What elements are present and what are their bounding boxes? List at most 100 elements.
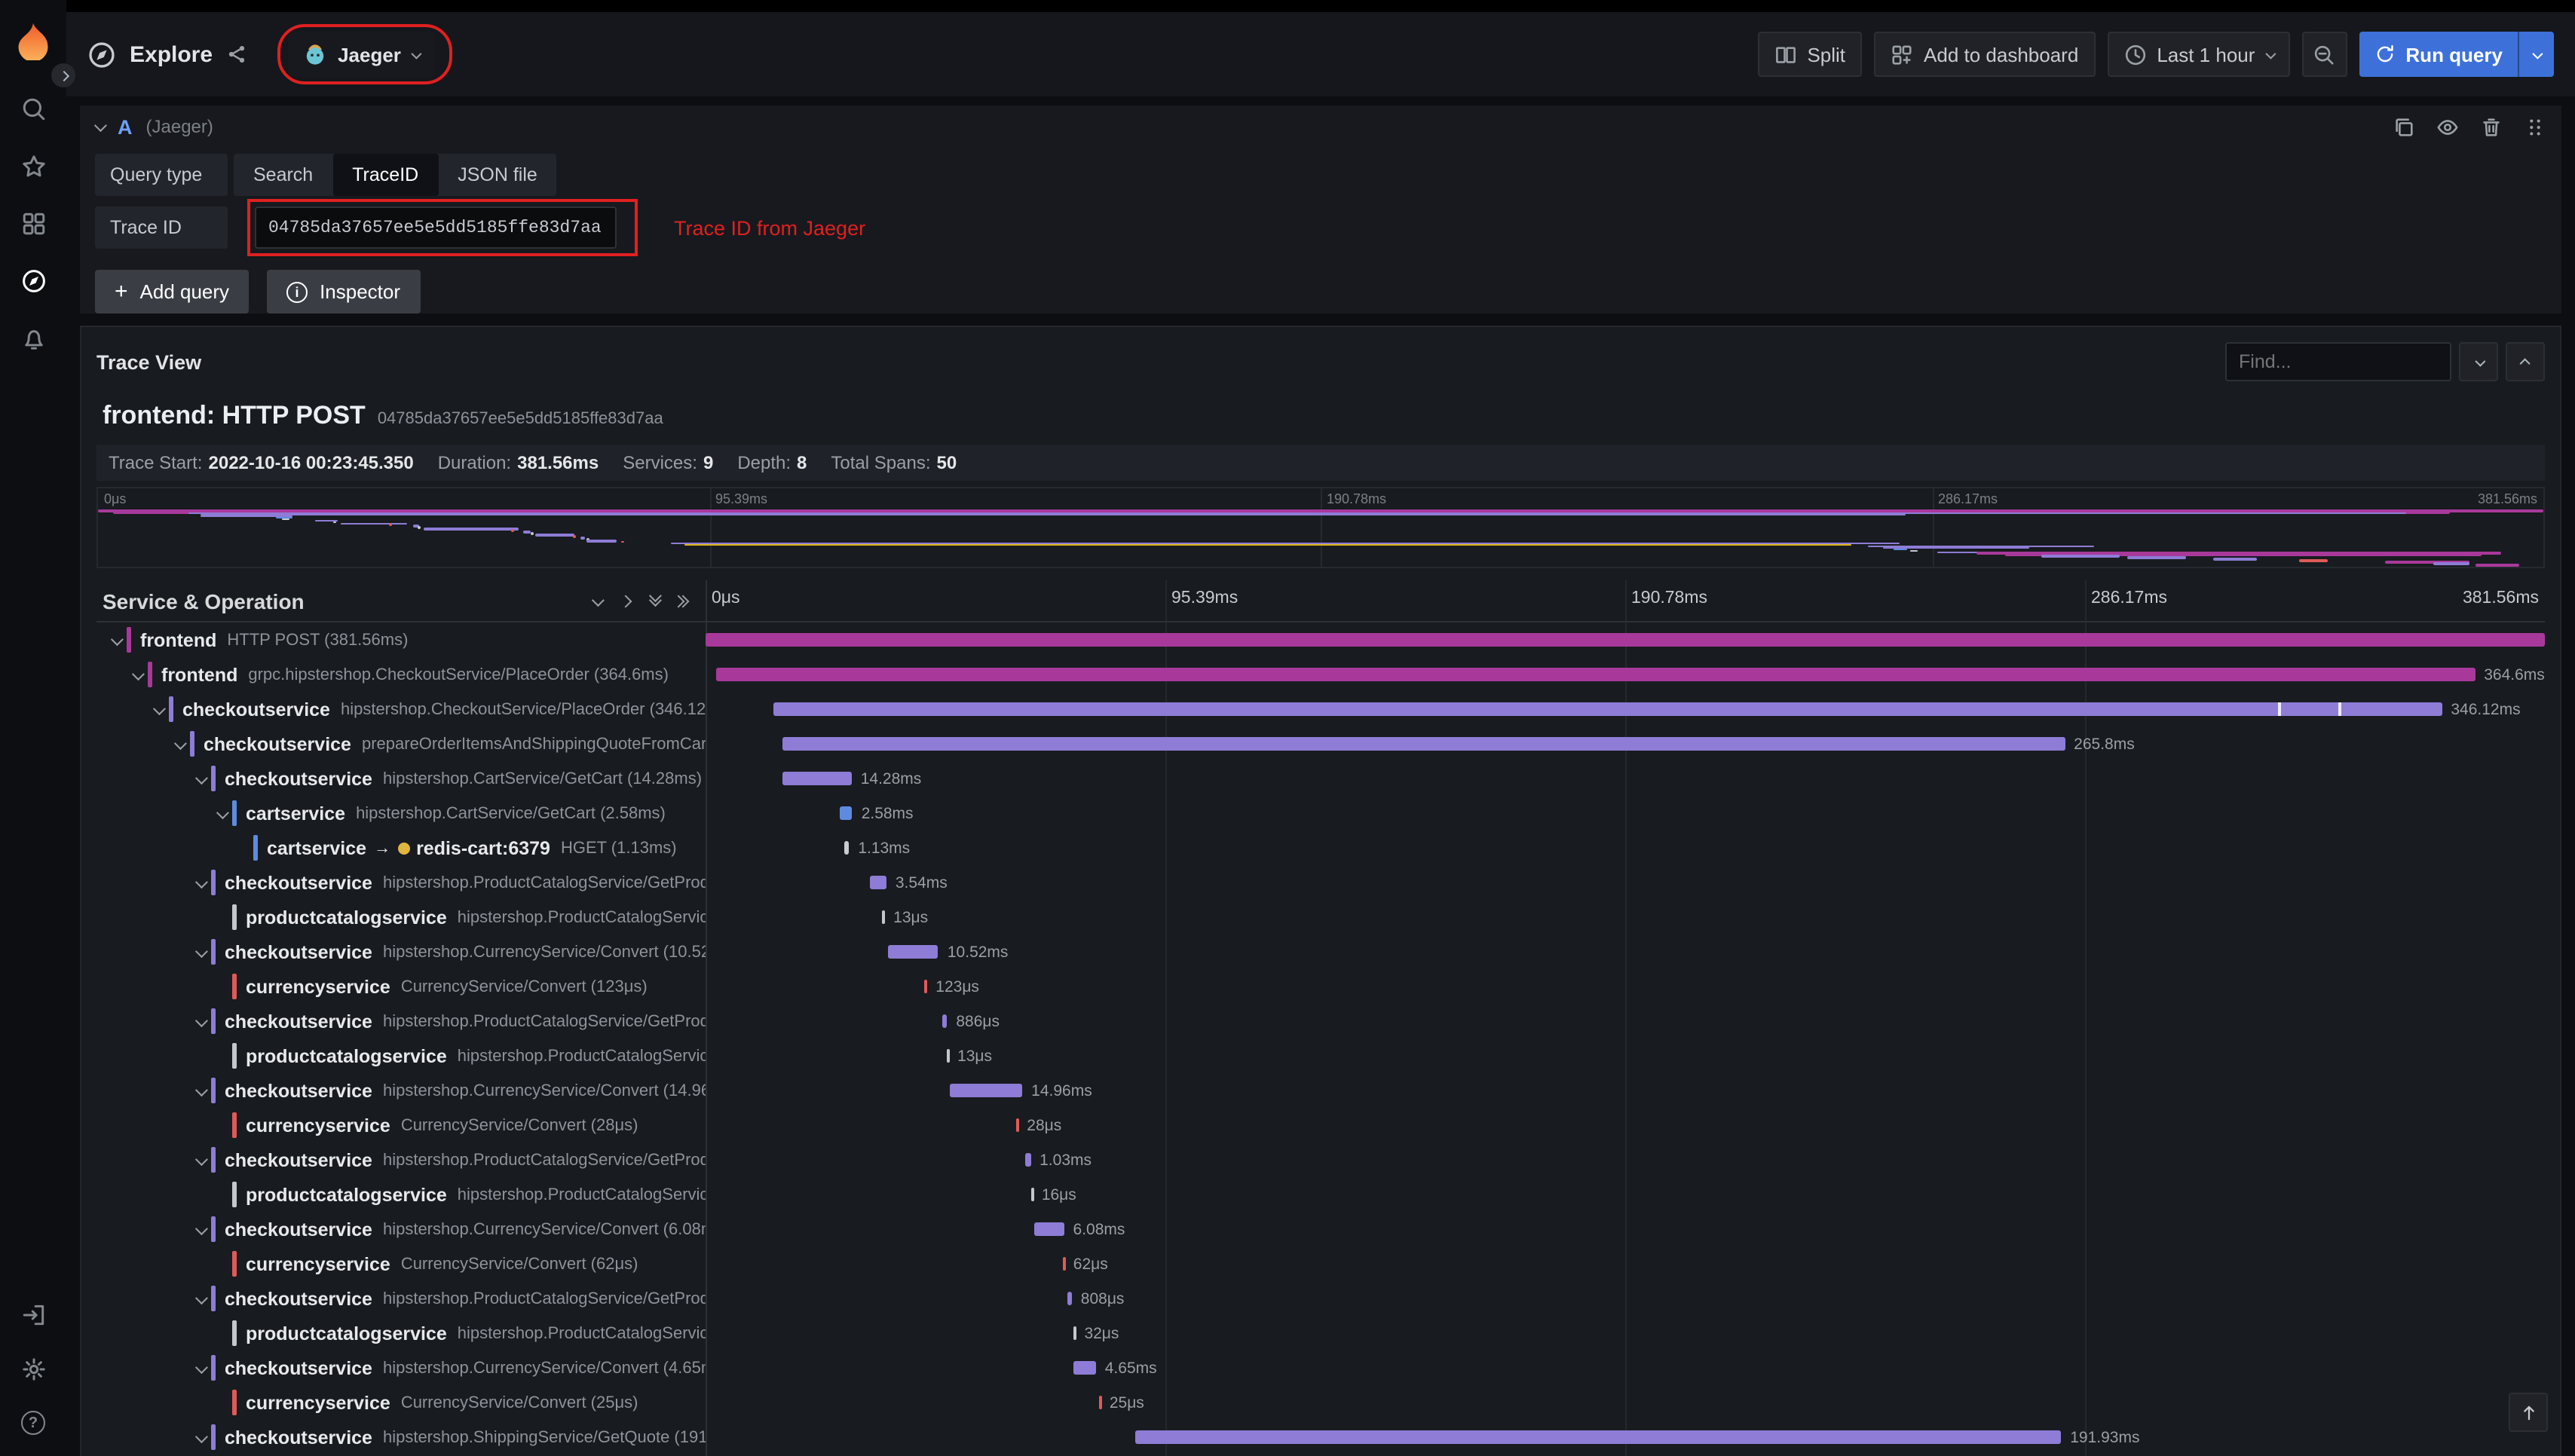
- find-prev-button[interactable]: [2506, 342, 2545, 381]
- span-bar[interactable]: [1030, 1188, 1034, 1201]
- span-bar[interactable]: [882, 910, 886, 924]
- span-row[interactable]: productcatalogservice hipstershop.Product…: [96, 1038, 2545, 1073]
- span-row[interactable]: checkoutservice hipstershop.ProductCatalo…: [96, 1004, 2545, 1038]
- span-bar[interactable]: [1016, 1118, 1020, 1132]
- add-query-button[interactable]: + Add query: [95, 270, 250, 314]
- expand-chevron[interactable]: [190, 1222, 211, 1235]
- expand-chevron[interactable]: [190, 1083, 211, 1097]
- expand-chevron[interactable]: [190, 771, 211, 785]
- delete-query-trash-icon[interactable]: [2480, 115, 2503, 138]
- add-to-dashboard-button[interactable]: Add to dashboard: [1874, 32, 2096, 77]
- expand-chevron[interactable]: [190, 1291, 211, 1305]
- span-row[interactable]: checkoutservice hipstershop.ProductCatalo…: [96, 865, 2545, 900]
- expand-all-button[interactable]: [672, 594, 690, 607]
- query-type-jsonfile[interactable]: JSON file: [438, 154, 557, 196]
- expand-one-button[interactable]: [619, 594, 632, 607]
- expand-chevron[interactable]: [148, 702, 169, 715]
- drag-handle-grip-icon[interactable]: [2524, 115, 2546, 138]
- span-row[interactable]: checkoutservice hipstershop.CurrencyServi…: [96, 1350, 2545, 1385]
- expand-chevron[interactable]: [190, 1014, 211, 1027]
- expand-chevron[interactable]: [190, 1430, 211, 1443]
- span-bar[interactable]: [773, 702, 2442, 716]
- expand-chevron[interactable]: [190, 1152, 211, 1166]
- span-row[interactable]: checkoutservice hipstershop.ShippingServi…: [96, 1420, 2545, 1454]
- find-input[interactable]: [2225, 342, 2451, 381]
- sidebar-expand-button[interactable]: [51, 63, 75, 87]
- time-range-picker[interactable]: Last 1 hour: [2107, 32, 2290, 77]
- scroll-to-top-button[interactable]: [2509, 1393, 2548, 1432]
- span-bar[interactable]: [782, 772, 852, 785]
- span-bar[interactable]: [1025, 1153, 1031, 1167]
- explore-compass-icon[interactable]: [20, 268, 46, 294]
- starred-icon[interactable]: [20, 154, 46, 179]
- span-row[interactable]: currencyservice CurrencyService/Convert (…: [96, 969, 2545, 1004]
- run-query-dropdown[interactable]: [2518, 32, 2554, 77]
- span-bar[interactable]: [716, 668, 2475, 681]
- expand-chevron[interactable]: [190, 875, 211, 889]
- span-row[interactable]: productcatalogservice hipstershop.Product…: [96, 900, 2545, 934]
- split-button[interactable]: Split: [1757, 32, 1863, 77]
- span-row[interactable]: currencyservice CurrencyService/Convert (…: [96, 1108, 2545, 1142]
- span-bar[interactable]: [924, 980, 928, 993]
- span-row[interactable]: checkoutservice prepareOrderItemsAndShipp…: [96, 726, 2545, 761]
- search-icon[interactable]: [20, 96, 46, 122]
- toggle-visibility-eye-icon[interactable]: [2436, 115, 2459, 138]
- span-row[interactable]: productcatalogservice hipstershop.Product…: [96, 1177, 2545, 1212]
- find-next-button[interactable]: [2459, 342, 2498, 381]
- span-bar[interactable]: [1073, 1326, 1076, 1340]
- run-query-button[interactable]: Run query: [2359, 32, 2554, 77]
- span-row[interactable]: checkoutservice hipstershop.ProductCatalo…: [96, 1281, 2545, 1316]
- span-bar[interactable]: [1099, 1396, 1103, 1409]
- inspector-button[interactable]: i Inspector: [267, 270, 421, 314]
- duplicate-query-icon[interactable]: [2393, 115, 2415, 138]
- expand-chevron[interactable]: [190, 944, 211, 958]
- expand-chevron[interactable]: [211, 806, 232, 819]
- query-type-search[interactable]: Search: [234, 154, 332, 196]
- share-icon[interactable]: [226, 44, 247, 65]
- span-row[interactable]: productcatalogservice hipstershop.Product…: [96, 1316, 2545, 1350]
- span-bar[interactable]: [946, 1049, 950, 1063]
- span-row[interactable]: checkoutservice hipstershop.CheckoutServi…: [96, 692, 2545, 726]
- expand-chevron[interactable]: [169, 736, 190, 750]
- help-icon[interactable]: ?: [21, 1411, 45, 1435]
- dashboards-icon[interactable]: [20, 211, 46, 237]
- span-row[interactable]: currencyservice CurrencyService/Convert (…: [96, 1385, 2545, 1420]
- zoom-out-button[interactable]: [2301, 32, 2347, 77]
- expand-chevron[interactable]: [106, 632, 127, 646]
- span-bar[interactable]: [1135, 1430, 2062, 1444]
- grafana-logo-icon[interactable]: [14, 21, 53, 60]
- span-bar[interactable]: [782, 737, 2065, 751]
- span-bar[interactable]: [950, 1084, 1023, 1097]
- span-bar[interactable]: [840, 806, 853, 820]
- span-bar[interactable]: [869, 876, 886, 889]
- span-row[interactable]: cartservice → redis-cart:6379 HGET (1.13ms)…: [96, 830, 2545, 865]
- trace-minimap[interactable]: 0μs 95.39ms 190.78ms 286.17ms 381.56ms: [96, 487, 2545, 568]
- datasource-picker[interactable]: Jaeger: [277, 24, 452, 84]
- span-row[interactable]: currencyservice CurrencyService/Convert (…: [96, 1246, 2545, 1281]
- alerting-bell-icon[interactable]: [20, 326, 46, 351]
- span-row[interactable]: checkoutservice hipstershop.CurrencyServi…: [96, 1212, 2545, 1246]
- span-bar[interactable]: [1034, 1222, 1064, 1236]
- expand-chevron[interactable]: [127, 667, 148, 681]
- query-row-header[interactable]: A (Jaeger): [80, 106, 2561, 148]
- collapse-query-chevron[interactable]: [93, 119, 107, 133]
- collapse-all-button[interactable]: [648, 589, 662, 607]
- span-bar[interactable]: [1067, 1292, 1072, 1305]
- span-row[interactable]: checkoutservice hipstershop.ProductCatalo…: [96, 1142, 2545, 1177]
- query-type-traceid[interactable]: TraceID: [332, 154, 439, 196]
- span-row[interactable]: frontend grpc.hipstershop.CheckoutService…: [96, 657, 2545, 692]
- span-bar[interactable]: [942, 1014, 948, 1028]
- span-row[interactable]: frontend HTTP POST (381.56ms): [96, 622, 2545, 657]
- span-row[interactable]: cartservice hipstershop.CartService/GetCa…: [96, 796, 2545, 830]
- span-row[interactable]: checkoutservice hipstershop.CurrencyServi…: [96, 1073, 2545, 1108]
- span-bar[interactable]: [844, 841, 850, 855]
- collapse-one-button[interactable]: [591, 593, 605, 607]
- trace-id-input[interactable]: [255, 206, 617, 249]
- span-bar[interactable]: [887, 945, 938, 959]
- span-row[interactable]: checkoutservice hipstershop.CartService/G…: [96, 761, 2545, 796]
- span-row[interactable]: checkoutservice hipstershop.CurrencyServi…: [96, 934, 2545, 969]
- span-bar[interactable]: [1073, 1361, 1096, 1375]
- span-bar[interactable]: [1062, 1257, 1066, 1271]
- span-bar[interactable]: [706, 633, 2545, 647]
- expand-chevron[interactable]: [190, 1360, 211, 1374]
